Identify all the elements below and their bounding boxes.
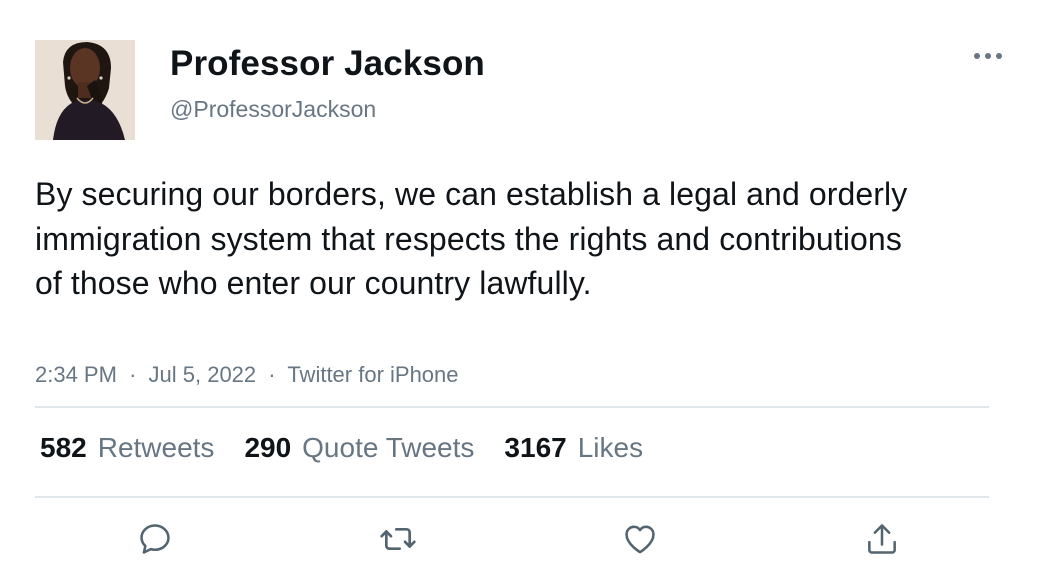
like-button[interactable]	[619, 518, 661, 560]
tweet-meta: 2:34 PM · Jul 5, 2022 · Twitter for iPho…	[35, 362, 459, 388]
divider	[35, 496, 989, 498]
display-name[interactable]: Professor Jackson	[170, 44, 485, 84]
reply-icon	[140, 524, 170, 554]
engagement-stats: 582 Retweets 290 Quote Tweets 3167 Likes	[40, 432, 673, 464]
share-button[interactable]	[861, 518, 903, 560]
retweets-label: Retweets	[97, 432, 215, 463]
user-handle[interactable]: @ProfessorJackson	[170, 96, 376, 123]
avatar[interactable]	[35, 40, 135, 140]
retweet-icon	[380, 528, 416, 550]
meta-separator: ·	[129, 362, 137, 387]
likes-label: Likes	[577, 432, 644, 463]
tweet-date[interactable]: Jul 5, 2022	[149, 362, 257, 387]
tweet-time[interactable]: 2:34 PM	[35, 362, 117, 387]
retweets-count: 582	[40, 432, 87, 463]
likes-stat[interactable]: 3167 Likes	[504, 432, 643, 464]
quote-tweets-label: Quote Tweets	[302, 432, 475, 463]
tweet-text: By securing our borders, we can establis…	[35, 176, 908, 301]
divider	[35, 406, 989, 408]
more-options-button[interactable]	[970, 44, 1006, 68]
retweets-stat[interactable]: 582 Retweets	[40, 432, 214, 464]
tweet-card: Professor Jackson @ProfessorJackson By s…	[0, 0, 1050, 570]
quote-tweets-count: 290	[244, 432, 292, 463]
likes-count: 3167	[504, 432, 567, 463]
profile-photo	[35, 40, 135, 140]
retweet-button[interactable]	[377, 518, 419, 560]
share-icon	[868, 524, 896, 554]
like-icon	[625, 525, 655, 554]
quote-tweets-stat[interactable]: 290 Quote Tweets	[244, 432, 474, 464]
more-horizontal-icon	[974, 53, 1002, 59]
tweet-source[interactable]: Twitter for iPhone	[287, 362, 458, 387]
meta-separator: ·	[268, 362, 276, 387]
reply-button[interactable]	[134, 518, 176, 560]
